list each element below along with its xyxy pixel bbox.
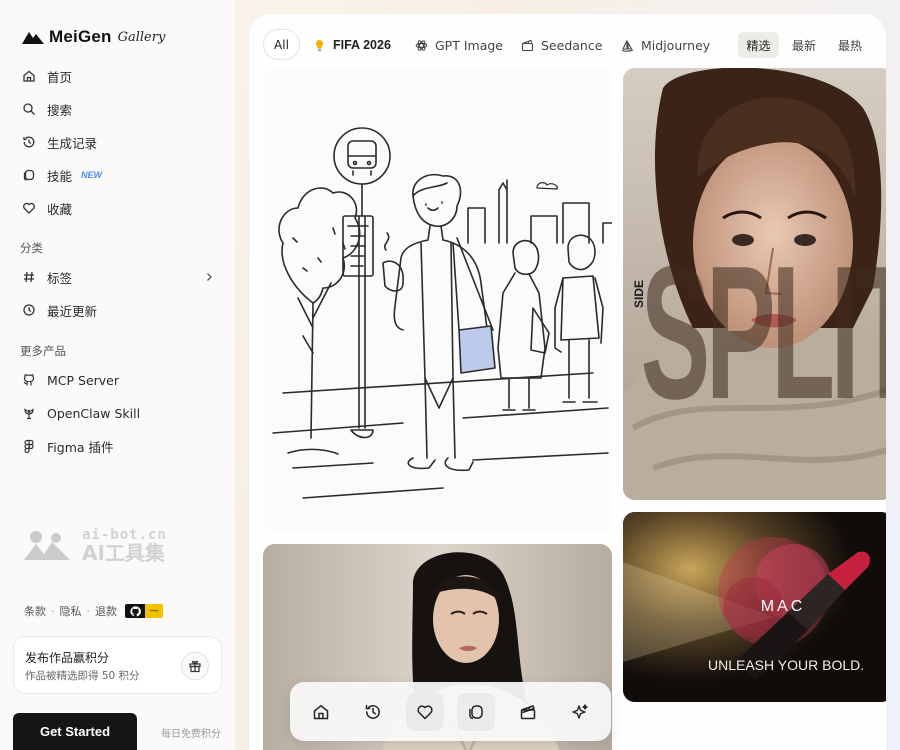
watermark-logo: ai-bot.cn AI工具集 xyxy=(22,528,167,564)
bus-stop-illustration xyxy=(272,127,612,499)
filter-chip-all[interactable]: All xyxy=(263,29,300,60)
watermark-title: AI工具集 xyxy=(82,540,165,565)
sort-featured[interactable]: 精选 xyxy=(738,32,779,58)
heart-icon xyxy=(23,202,35,214)
brand-script: Gallery xyxy=(117,29,166,45)
home-icon xyxy=(313,704,329,719)
nav-item-label: 标签 xyxy=(47,270,73,286)
dock-skills-button[interactable] xyxy=(457,692,496,731)
nav-item-label: 首页 xyxy=(47,69,73,85)
ad-brand: MAC xyxy=(761,598,806,615)
nav-item-mcp-server[interactable]: MCP Server xyxy=(22,370,214,390)
nav-item-favorites[interactable]: 收藏 xyxy=(22,198,214,218)
nav-item-label: OpenClaw Skill xyxy=(47,405,141,421)
sort-hottest[interactable]: 最热 xyxy=(830,32,870,58)
gallery-card-portrait-poster[interactable]: SPLIT SIDE xyxy=(623,68,886,500)
filter-chip-label: GPT Image xyxy=(435,37,503,53)
separator-dot: · xyxy=(51,604,55,618)
watermark-mascot-icon xyxy=(24,531,70,560)
seedance-icon xyxy=(521,39,534,51)
nav-item-history[interactable]: 生成记录 xyxy=(22,132,214,152)
github-icon xyxy=(129,605,141,616)
sparkle-icon xyxy=(572,703,588,719)
clock-icon xyxy=(23,304,35,316)
brand-logo[interactable]: MeiGen Gallery xyxy=(22,27,165,47)
daily-credits-note: 每日免费积分 xyxy=(161,729,221,740)
privacy-link[interactable]: 隐私 xyxy=(60,603,82,619)
sort-newest[interactable]: 最新 xyxy=(784,32,824,58)
history-icon xyxy=(23,136,35,148)
clapper-icon xyxy=(520,704,536,719)
heart-icon xyxy=(416,704,433,719)
gallery-card-lipstick-ad[interactable]: MAC UNLEASH YOUR BOLD. xyxy=(623,512,886,702)
search-icon xyxy=(23,103,35,115)
bottom-dock xyxy=(290,682,611,741)
section-label-more-products: 更多产品 xyxy=(20,344,66,358)
nav-item-home[interactable]: 首页 xyxy=(22,66,214,86)
openai-icon xyxy=(415,39,428,51)
nav-item-label: 技能 xyxy=(47,168,73,184)
nav-item-label: MCP Server xyxy=(47,372,120,388)
mountain-logo-icon xyxy=(22,32,44,44)
nav-item-label: 搜索 xyxy=(47,102,73,118)
hash-icon xyxy=(24,271,34,283)
skill-icon xyxy=(469,704,484,719)
filter-chip-midjourney[interactable]: Midjourney xyxy=(621,36,710,54)
poster-headline: SPLIT xyxy=(641,227,886,439)
nav-item-search[interactable]: 搜索 xyxy=(22,99,214,119)
nav-item-label: 收藏 xyxy=(47,201,73,217)
filter-chip-fifa-2026[interactable]: FIFA 2026 xyxy=(313,36,391,54)
nav-item-label: 最近更新 xyxy=(47,303,98,319)
brand-name: MeiGen xyxy=(49,27,112,46)
filter-chip-gpt-image[interactable]: GPT Image xyxy=(415,36,503,54)
filter-chip-seedance[interactable]: Seedance xyxy=(521,36,602,54)
nav-item-openclaw-skill[interactable]: OpenClaw Skill xyxy=(22,403,214,423)
nav-item-tags[interactable]: 标签 xyxy=(22,267,214,287)
promo-card[interactable]: 发布作品赢积分 作品被精选即得 50 积分 xyxy=(13,636,222,694)
gallery-panel: All FIFA 2026 GPT Image Seedance Midjour… xyxy=(249,14,886,750)
chevron-right-icon xyxy=(207,273,212,281)
dock-favorites-button[interactable] xyxy=(405,692,444,731)
sidebar: MeiGen Gallery 首页 搜索 生成记录 技能 NEW 收藏 分类 标… xyxy=(0,0,235,750)
separator-dot: · xyxy=(86,604,91,618)
figma-icon xyxy=(24,439,34,453)
github-badge[interactable]: — xyxy=(125,604,163,618)
ad-tagline: UNLEASH YOUR BOLD. xyxy=(708,657,864,673)
github-icon xyxy=(23,374,35,386)
gallery-card-illustration[interactable] xyxy=(263,68,612,532)
nav-item-figma-plugin[interactable]: Figma 插件 xyxy=(22,436,214,456)
filter-chip-label: FIFA 2026 xyxy=(333,38,391,52)
portrait-poster-image: SPLIT SIDE xyxy=(623,68,886,500)
gift-icon xyxy=(189,660,201,673)
nav-item-label: Figma 插件 xyxy=(47,439,114,455)
new-badge: NEW xyxy=(81,170,103,180)
poster-side-text: SIDE xyxy=(632,280,646,308)
dock-generate-button[interactable] xyxy=(561,693,599,731)
promo-subtitle: 作品被精选即得 50 积分 xyxy=(25,670,140,682)
filter-chip-label: Midjourney xyxy=(641,37,711,53)
home-icon xyxy=(23,70,35,82)
dock-video-button[interactable] xyxy=(509,693,547,731)
lipstick-ad-image: MAC UNLEASH YOUR BOLD. xyxy=(623,512,886,702)
history-icon xyxy=(365,704,380,719)
footer-links: 条款 · 隐私 · 退款 — xyxy=(24,603,163,619)
bulb-icon xyxy=(315,39,324,51)
get-started-button[interactable]: Get Started xyxy=(13,713,137,750)
github-badge-count: — xyxy=(145,604,163,618)
nav-item-recent-updates[interactable]: 最近更新 xyxy=(22,300,214,320)
section-label-categories: 分类 xyxy=(20,241,43,255)
gift-button[interactable] xyxy=(181,652,209,680)
nav-item-label: 生成记录 xyxy=(47,135,98,151)
github-badge-logo xyxy=(125,604,145,618)
nav-item-skills[interactable]: 技能 NEW xyxy=(22,165,214,185)
claw-icon xyxy=(24,408,34,420)
midjourney-icon xyxy=(621,39,634,52)
filter-chip-label: Seedance xyxy=(541,37,603,53)
skill-icon xyxy=(23,169,35,181)
dock-home-button[interactable] xyxy=(302,693,340,731)
terms-link[interactable]: 条款 xyxy=(24,603,46,619)
refund-link[interactable]: 退款 xyxy=(95,603,117,619)
dock-history-button[interactable] xyxy=(354,693,392,731)
promo-title: 发布作品赢积分 xyxy=(25,651,110,665)
